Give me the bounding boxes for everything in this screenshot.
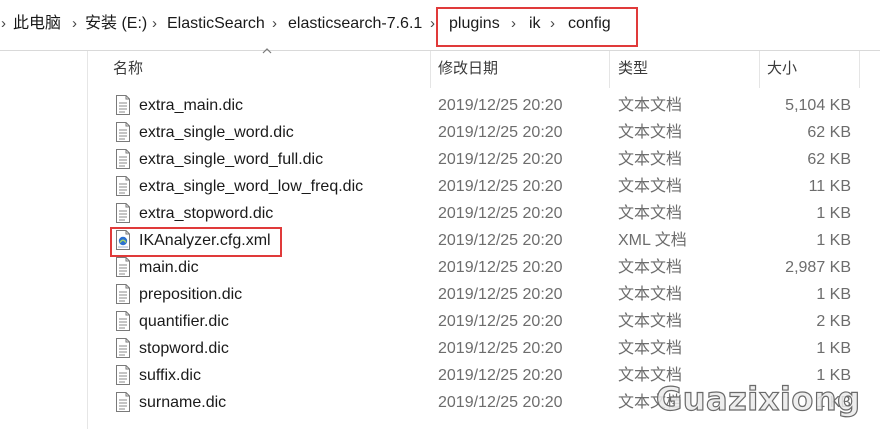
file-type: 文本文档 [618,205,683,222]
file-type: 文本文档 [618,124,683,141]
file-modified-date: 2019/12/25 20:20 [438,124,563,141]
file-row[interactable]: extra_main.dic 2019/12/25 20:20 文本文档 5,104 … [100,93,860,120]
text-file-icon [115,365,131,385]
column-divider[interactable] [859,51,860,88]
chevron-right-icon[interactable]: › [272,13,277,35]
watermark-text: Guazixiong [655,379,861,418]
column-type[interactable]: 类型 [618,59,648,79]
text-file-icon [115,203,131,223]
column-size[interactable]: 大小 [767,59,797,79]
chevron-right-icon[interactable]: › [72,13,77,35]
file-row[interactable]: extra_single_word_low_freq.dic 2019/12/25… [100,174,860,201]
breadcrumb-elasticsearch-version[interactable]: elasticsearch-7.6.1 [288,13,422,35]
file-name: extra_single_word_full.dic [139,151,324,168]
file-size: 2 KB [816,313,851,330]
file-name: quantifier.dic [139,313,229,330]
chevron-right-icon: › [1,15,6,32]
file-size: 11 KB [808,178,851,195]
column-divider[interactable] [609,51,610,88]
breadcrumb-drive-e[interactable]: 安装 (E:) [85,13,147,35]
file-name: extra_single_word.dic [139,124,294,141]
chevron-right-icon[interactable]: › [152,13,157,35]
file-name: extra_main.dic [139,97,244,114]
file-size: 5,104 KB [785,97,851,114]
navigation-pane[interactable] [0,51,88,429]
file-type: 文本文档 [618,97,683,114]
file-row[interactable]: extra_single_word.dic 2019/12/25 20:20 文本文… [100,120,860,147]
file-name: stopword.dic [139,340,229,357]
path-highlight-box [436,7,638,47]
column-divider[interactable] [430,51,431,88]
file-type: XML 文档 [618,232,687,249]
file-row[interactable]: quantifier.dic 2019/12/25 20:20 文本文档 2 KB [100,309,860,336]
text-file-icon [115,284,131,304]
file-modified-date: 2019/12/25 20:20 [438,97,563,114]
breadcrumb-elasticsearch-folder[interactable]: ElasticSearch [167,13,265,35]
file-modified-date: 2019/12/25 20:20 [438,367,563,384]
text-file-icon [115,176,131,196]
file-modified-date: 2019/12/25 20:20 [438,286,563,303]
file-size: 2,987 KB [785,259,851,276]
text-file-icon [115,338,131,358]
sort-ascending-icon [262,48,272,54]
file-row[interactable]: extra_stopword.dic 2019/12/25 20:20 文本文档 1 … [100,201,860,228]
file-size: 1 KB [816,286,851,303]
file-modified-date: 2019/12/25 20:20 [438,232,563,249]
text-file-icon [115,392,131,412]
file-row[interactable]: stopword.dic 2019/12/25 20:20 文本文档 1 KB [100,336,860,363]
file-type: 文本文档 [618,151,683,168]
file-highlight-box [110,227,282,257]
file-modified-date: 2019/12/25 20:20 [438,151,563,168]
file-modified-date: 2019/12/25 20:20 [438,259,563,276]
file-name: preposition.dic [139,286,243,303]
text-file-icon [115,149,131,169]
column-header: 名称 修改日期 类型 大小 [0,51,880,88]
chevron-right-icon[interactable]: › [430,13,435,35]
file-type: 文本文档 [618,178,683,195]
column-name[interactable]: 名称 [113,59,143,79]
file-type: 文本文档 [618,259,683,276]
file-name: extra_single_word_low_freq.dic [139,178,364,195]
file-size: 62 KB [807,151,851,168]
file-size: 1 KB [816,205,851,222]
file-row[interactable]: main.dic 2019/12/25 20:20 文本文档 2,987 KB [100,255,860,282]
file-row[interactable]: preposition.dic 2019/12/25 20:20 文本文档 1 KB [100,282,860,309]
column-modified[interactable]: 修改日期 [438,59,498,79]
file-name: main.dic [139,259,199,276]
file-name: extra_stopword.dic [139,205,274,222]
column-divider[interactable] [759,51,760,88]
file-modified-date: 2019/12/25 20:20 [438,394,563,411]
file-modified-date: 2019/12/25 20:20 [438,340,563,357]
file-size: 1 KB [816,340,851,357]
file-modified-date: 2019/12/25 20:20 [438,178,563,195]
file-size: 62 KB [807,124,851,141]
file-name: suffix.dic [139,367,201,384]
file-modified-date: 2019/12/25 20:20 [438,205,563,222]
file-size: 1 KB [816,232,851,249]
file-type: 文本文档 [618,340,683,357]
text-file-icon [115,257,131,277]
breadcrumb-this-pc[interactable]: 此电脑 [13,13,61,35]
file-modified-date: 2019/12/25 20:20 [438,313,563,330]
text-file-icon [115,95,131,115]
file-type: 文本文档 [618,286,683,303]
file-row[interactable]: extra_single_word_full.dic 2019/12/25 20:… [100,147,860,174]
file-type: 文本文档 [618,313,683,330]
text-file-icon [115,122,131,142]
file-name: surname.dic [139,394,227,411]
text-file-icon [115,311,131,331]
